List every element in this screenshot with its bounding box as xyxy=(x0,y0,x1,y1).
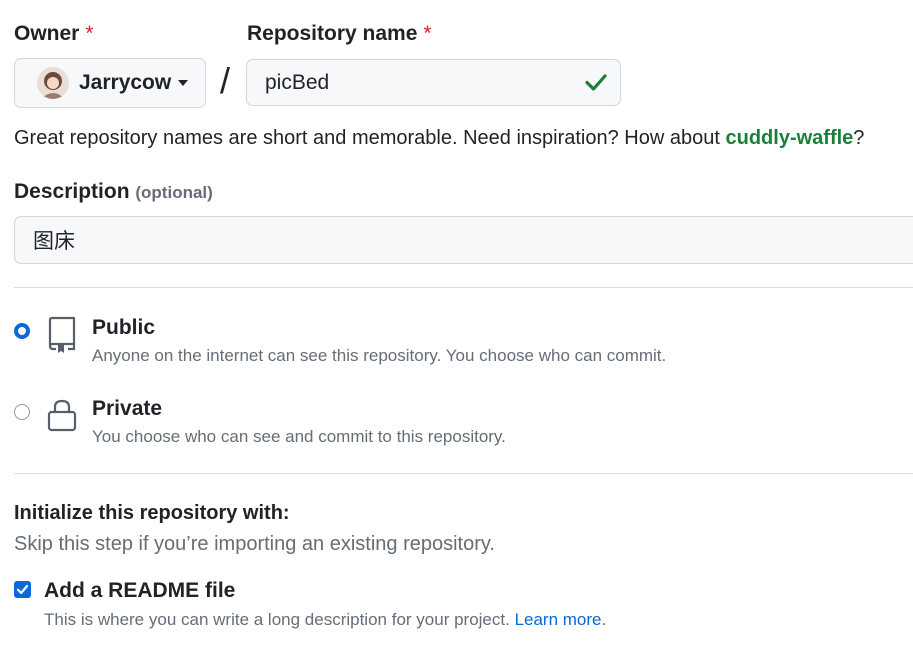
owner-name: Jarrycow xyxy=(79,71,172,94)
readme-label[interactable]: Add a README file xyxy=(44,579,235,603)
public-title: Public xyxy=(92,316,156,339)
public-radio[interactable] xyxy=(14,323,30,339)
readme-description: This is where you can write a long descr… xyxy=(44,610,607,629)
required-mark: * xyxy=(85,22,94,45)
divider xyxy=(14,287,913,288)
private-description: You choose who can see and commit to thi… xyxy=(92,427,506,446)
init-title: Initialize this repository with: xyxy=(14,502,290,524)
description-label: Description (optional) xyxy=(14,180,213,203)
init-subtitle: Skip this step if you’re importing an ex… xyxy=(14,533,495,555)
private-radio[interactable] xyxy=(14,404,30,420)
repo-icon xyxy=(46,316,78,359)
readme-checkbox[interactable] xyxy=(14,581,31,598)
divider xyxy=(14,473,913,474)
owner-label: Owner * xyxy=(14,22,94,45)
lock-icon xyxy=(47,398,77,437)
description-input[interactable] xyxy=(14,216,913,264)
repository-name-input[interactable] xyxy=(246,59,621,106)
caret-down-icon xyxy=(178,80,189,86)
repository-name-label: Repository name * xyxy=(247,22,432,45)
avatar xyxy=(37,67,69,99)
required-mark: * xyxy=(423,22,432,45)
optional-hint: (optional) xyxy=(135,183,213,202)
checkmark-icon xyxy=(16,584,29,595)
check-icon xyxy=(584,70,608,99)
learn-more-link[interactable]: Learn more xyxy=(515,610,602,629)
private-title: Private xyxy=(92,397,163,420)
name-suggestion-link[interactable]: cuddly-waffle xyxy=(725,127,853,149)
owner-repo-separator: / xyxy=(220,60,231,101)
public-description: Anyone on the internet can see this repo… xyxy=(92,346,667,365)
owner-select-button[interactable]: Jarrycow xyxy=(14,58,206,108)
repository-name-hint: Great repository names are short and mem… xyxy=(14,127,865,149)
